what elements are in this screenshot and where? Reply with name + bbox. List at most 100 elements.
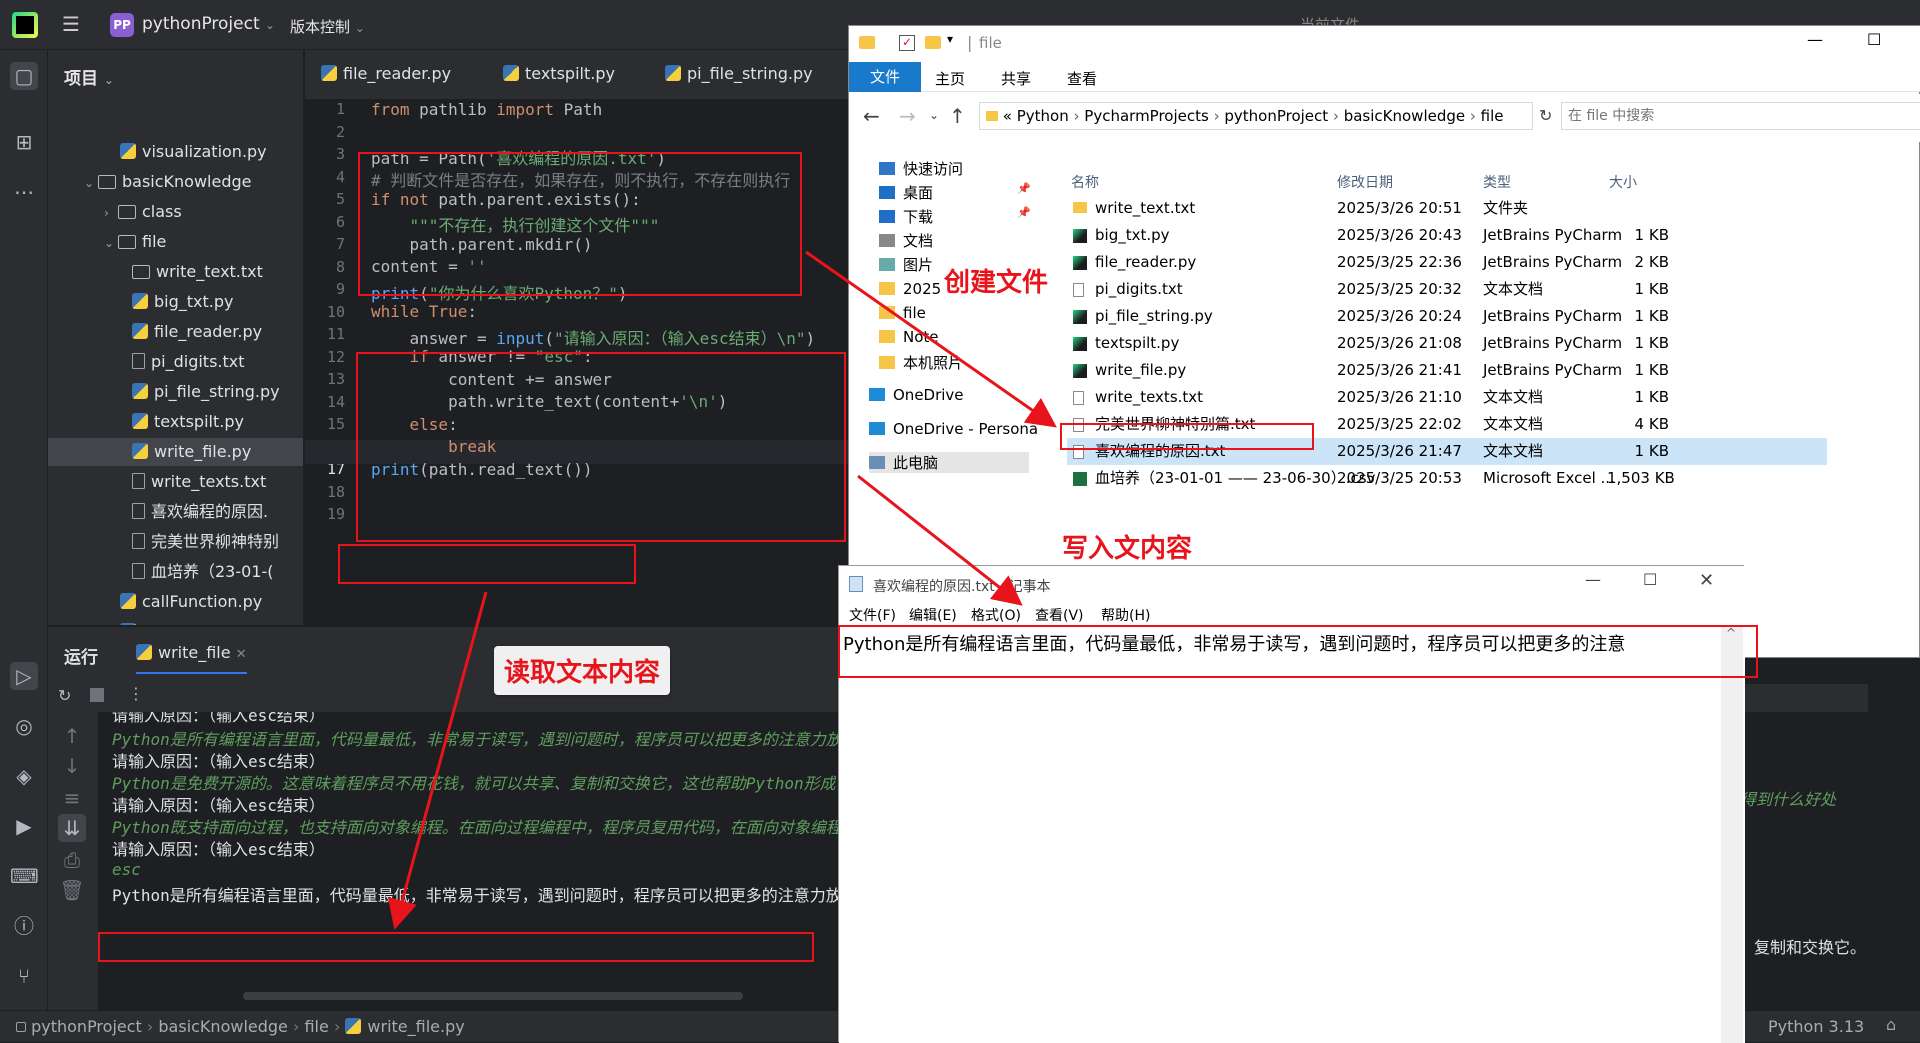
ribbon-tab-home[interactable]: 主页 <box>935 68 965 89</box>
tree-item[interactable]: write_texts.txt <box>48 468 303 496</box>
terminal-icon[interactable]: ⌨ <box>10 862 39 890</box>
column-name[interactable]: 名称 <box>1071 172 1099 192</box>
tree-item[interactable]: 血培养（23-01-( <box>48 558 303 586</box>
structure-icon[interactable]: ⊞ <box>10 128 38 156</box>
lock-icon[interactable]: ⌂ <box>1886 1015 1896 1034</box>
tree-item[interactable]: 喜欢编程的原因. <box>48 498 303 526</box>
ribbon-tab-view[interactable]: 查看 <box>1067 68 1097 89</box>
nav-item[interactable]: 图片 <box>879 254 933 275</box>
close-icon[interactable]: ✕ <box>1699 570 1714 591</box>
breadcrumb-item[interactable]: basicKnowledge <box>158 1017 288 1036</box>
vertical-scrollbar[interactable]: ^ <box>1721 626 1743 1043</box>
up-arrow-icon[interactable]: ↑ <box>58 722 86 750</box>
file-row[interactable]: pi_digits.txt 2025/3/25 20:32 文本文档 1 KB <box>1067 276 1827 303</box>
pin-icon[interactable]: 📌 <box>1017 206 1031 219</box>
python-console-icon[interactable]: ◎ <box>10 712 38 740</box>
python-interpreter[interactable]: Python 3.13 <box>1768 1017 1864 1036</box>
vcs-menu[interactable]: 版本控制 ⌄ <box>290 16 365 37</box>
address-segment[interactable]: PycharmProjects <box>1084 107 1209 125</box>
file-row[interactable]: write_texts.txt 2025/3/26 21:10 文本文档 1 KB <box>1067 384 1827 411</box>
file-row[interactable]: write_file.py 2025/3/26 21:41 JetBrains Py… <box>1067 357 1827 384</box>
recent-locations-icon[interactable]: ⌄ <box>929 108 939 122</box>
address-bar[interactable]: « Python › PycharmProjects › pythonProje… <box>979 102 1533 130</box>
menu-help[interactable]: 帮助(H) <box>1101 605 1150 625</box>
nav-item[interactable]: OneDrive - Persona <box>869 420 1038 438</box>
nav-item[interactable]: 下载 📌 <box>879 206 1031 227</box>
quick-access-dropdown-icon[interactable]: ▾ <box>947 32 953 46</box>
forward-icon[interactable]: → <box>899 104 916 128</box>
tree-item[interactable]: › class <box>48 198 303 227</box>
print-icon[interactable]: ⎙ <box>58 846 86 874</box>
chevron-icon[interactable]: ⌄ <box>84 169 98 197</box>
project-switcher[interactable]: pythonProject ⌄ <box>142 14 275 34</box>
breadcrumb-item[interactable]: pythonProject <box>31 1017 142 1036</box>
new-folder-icon[interactable] <box>925 36 941 49</box>
maximize-icon[interactable]: ☐ <box>1643 570 1657 589</box>
tab-file-reader[interactable]: file_reader.py <box>321 64 451 83</box>
project-folder-icon[interactable]: ▢ <box>10 62 38 90</box>
breadcrumb-item[interactable]: file <box>304 1017 328 1036</box>
address-segment[interactable]: Python <box>1017 107 1069 125</box>
chevron-icon[interactable]: ⌄ <box>104 229 118 257</box>
properties-icon[interactable]: ✓ <box>899 35 915 51</box>
trash-icon[interactable]: 🗑 <box>58 876 86 904</box>
nav-item[interactable]: file <box>879 304 926 322</box>
run-icon[interactable]: ▷ <box>10 662 38 690</box>
menu-file[interactable]: 文件(F) <box>849 605 896 625</box>
nav-item[interactable]: Note <box>879 328 939 346</box>
tree-item[interactable]: big_txt.py <box>48 288 303 316</box>
git-icon[interactable]: ⑂ <box>10 962 38 990</box>
maximize-icon[interactable]: ☐ <box>1867 30 1881 49</box>
tab-pi-file-string[interactable]: pi_file_string.py <box>665 64 813 83</box>
project-panel-title[interactable]: 项目 ⌄ <box>64 64 114 89</box>
ribbon-tab-share[interactable]: 共享 <box>1001 68 1031 89</box>
tree-item[interactable]: function.py <box>48 618 303 625</box>
back-icon[interactable]: ← <box>863 104 880 128</box>
nav-item[interactable]: 桌面 📌 <box>879 182 1031 203</box>
more-tools-icon[interactable]: ⋯ <box>10 178 38 206</box>
tree-item[interactable]: visualization.py <box>48 138 303 166</box>
minimize-icon[interactable]: — <box>1585 570 1601 589</box>
file-row[interactable]: 血培养（23-01-01 —— 23-06-30）.csv 2025/3/25 2… <box>1067 465 1827 492</box>
search-input[interactable] <box>1561 102 1920 130</box>
chevron-icon[interactable]: › <box>104 199 118 227</box>
file-row[interactable]: file_reader.py 2025/3/25 22:36 JetBrains P… <box>1067 249 1827 276</box>
scroll-to-end-icon[interactable]: ⇊ <box>58 814 86 842</box>
column-size[interactable]: 大小 <box>1609 172 1637 192</box>
nav-item[interactable]: 本机照片 <box>879 352 963 373</box>
file-row[interactable]: textspilt.py 2025/3/26 21:08 JetBrains PyC… <box>1067 330 1827 357</box>
run-tab-write-file[interactable]: write_file ✕ <box>136 643 247 674</box>
layers-icon[interactable]: ◈ <box>10 762 38 790</box>
nav-item[interactable]: 此电脑 <box>869 452 1029 473</box>
nav-item[interactable]: 文档 <box>879 230 933 251</box>
pin-icon[interactable]: 📌 <box>1017 182 1031 195</box>
column-date[interactable]: 修改日期 <box>1337 172 1393 192</box>
address-overflow[interactable]: « <box>1003 107 1012 125</box>
close-icon[interactable]: ✕ <box>236 647 247 662</box>
menu-view[interactable]: 查看(V) <box>1035 605 1084 625</box>
tree-item[interactable]: ⌄ file <box>48 228 303 257</box>
tree-item[interactable]: pi_file_string.py <box>48 378 303 406</box>
tree-item[interactable]: textspilt.py <box>48 408 303 436</box>
tree-item[interactable]: write_text.txt <box>48 258 303 286</box>
tab-textspilt[interactable]: textspilt.py <box>503 64 615 83</box>
soft-wrap-icon[interactable]: ≡ <box>58 784 86 812</box>
tree-item[interactable]: file_reader.py <box>48 318 303 346</box>
up-icon[interactable]: ↑ <box>949 104 966 128</box>
minimize-icon[interactable]: — <box>1807 30 1823 49</box>
problems-icon[interactable]: ⓘ <box>10 912 38 940</box>
rerun-icon[interactable]: ↻ <box>58 686 71 705</box>
tree-item[interactable]: callFunction.py <box>48 588 303 616</box>
notepad-text-area[interactable]: Python是所有编程语言里面，代码量最低，非常易于读写，遇到问题时，程序员可以… <box>839 626 1745 1043</box>
down-arrow-icon[interactable]: ↓ <box>58 752 86 780</box>
ribbon-tab-file[interactable]: 文件 <box>849 62 921 92</box>
nav-item[interactable]: OneDrive <box>869 386 964 404</box>
main-menu-icon[interactable]: ☰ <box>62 14 84 34</box>
tree-item[interactable]: 完美世界柳神特别 <box>48 528 303 556</box>
file-row[interactable]: big_txt.py 2025/3/26 20:43 JetBrains PyCha… <box>1067 222 1827 249</box>
more-options-icon[interactable]: ⋮ <box>128 684 144 703</box>
stop-icon[interactable] <box>90 688 104 702</box>
nav-item[interactable]: 快速访问 <box>879 158 963 179</box>
address-segment[interactable]: pythonProject <box>1224 107 1328 125</box>
services-icon[interactable]: ▶ <box>10 812 38 840</box>
